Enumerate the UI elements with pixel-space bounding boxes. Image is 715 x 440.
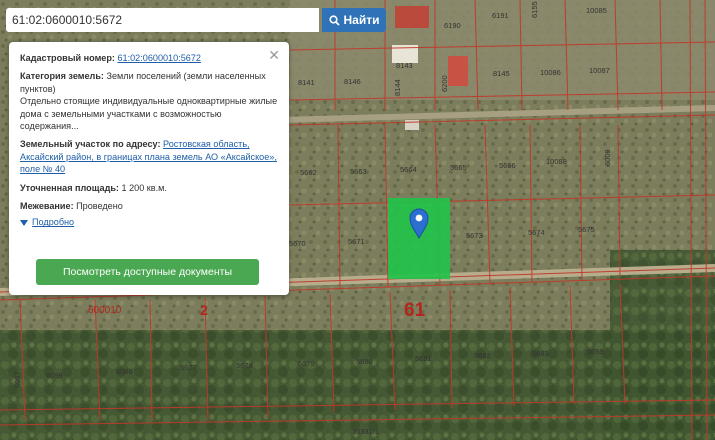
- cadastral-number-link[interactable]: 61:02:0600010:5672: [117, 53, 200, 63]
- land-category-label: Категория земель:: [20, 71, 104, 82]
- parcel-label: 5680: [356, 357, 373, 366]
- parcel-label: 5679: [298, 359, 315, 368]
- address-row: Земельный участок по адресу: Ростовская …: [20, 138, 279, 175]
- search-bar: Найти: [6, 8, 386, 32]
- land-category-row: Категория земель: Земли поселений (земли…: [20, 70, 279, 132]
- details-link[interactable]: Подробно: [32, 216, 74, 228]
- block-big-label: 2: [200, 302, 208, 318]
- parcel-label: 5659: [587, 347, 604, 356]
- parcel-label: 10086: [540, 68, 561, 77]
- parcel-label: 6190: [444, 21, 461, 30]
- parcel-label: 8145: [493, 69, 510, 78]
- parcel-label: 6097: [13, 371, 22, 388]
- parcel-info-popup: ✕ Кадастровый номер: 61:02:0600010:5672 …: [9, 42, 289, 295]
- parcel-label: 10087: [589, 66, 610, 75]
- parcel-label: 8146: [344, 77, 361, 86]
- search-button[interactable]: Найти: [322, 8, 386, 32]
- block-code-label: 600010: [88, 305, 122, 316]
- parcel-label: 5663: [350, 167, 367, 176]
- parcel-label: 8144: [393, 79, 402, 96]
- parcel-label: 6009: [603, 149, 612, 166]
- parcel-label: 6191: [492, 11, 509, 20]
- parcel-label: 10088: [546, 157, 567, 166]
- parcel-label: 10085: [586, 6, 607, 15]
- parcel-label: 5678: [236, 361, 253, 370]
- parcel-label: 5670: [289, 239, 306, 248]
- area-label: Уточненная площадь:: [20, 182, 119, 193]
- search-input[interactable]: [6, 8, 319, 32]
- parcel-label: 5675: [578, 225, 595, 234]
- area-row: Уточненная площадь: 1 200 кв.м.: [20, 182, 279, 194]
- parcel-label: 5681: [415, 354, 432, 363]
- parcel-label: 5662: [300, 168, 317, 177]
- search-icon: [328, 14, 340, 26]
- parcel-label: 5677: [180, 363, 197, 372]
- parcel-label: 5666: [499, 161, 516, 170]
- block-number-label: 61: [404, 300, 426, 321]
- address-label: Земельный участок по адресу:: [20, 139, 161, 150]
- survey-label: Межевание:: [20, 201, 74, 212]
- triangle-down-icon: [20, 219, 28, 226]
- parcel-label: 6200: [440, 75, 449, 92]
- parcel-label: 5664: [400, 165, 417, 174]
- area-value: 1 200 кв.м.: [121, 182, 167, 193]
- parcel-label: 6086: [116, 367, 133, 376]
- parcel-label: 6098: [46, 371, 63, 380]
- survey-row: Межевание: Проведено: [20, 200, 279, 212]
- cadastral-number-label: Кадастровый номер:: [20, 53, 115, 63]
- land-usage-text: Отдельно стоящие индивидуальные одноквар…: [20, 96, 278, 132]
- survey-value: Проведено: [76, 201, 123, 212]
- search-button-label: Найти: [343, 13, 380, 27]
- view-documents-button[interactable]: Посмотреть доступные документы: [36, 259, 259, 285]
- parcel-label: 5671: [348, 237, 365, 246]
- close-icon[interactable]: ✕: [268, 48, 280, 62]
- parcel-label: 10331/1: [352, 427, 379, 436]
- parcel-label: 5673: [466, 231, 483, 240]
- parcel-label: 6155: [530, 1, 539, 18]
- parcel-label: 8143: [396, 61, 413, 70]
- parcel-label: 5665: [450, 163, 467, 172]
- parcel-label: 5674: [528, 228, 545, 237]
- cadastral-number-row: Кадастровый номер: 61:02:0600010:5672: [20, 52, 279, 64]
- parcel-label: 5682: [474, 351, 491, 360]
- parcel-label: 5683: [532, 349, 549, 358]
- details-toggle[interactable]: Подробно: [20, 216, 279, 228]
- parcel-label: 8141: [298, 78, 315, 87]
